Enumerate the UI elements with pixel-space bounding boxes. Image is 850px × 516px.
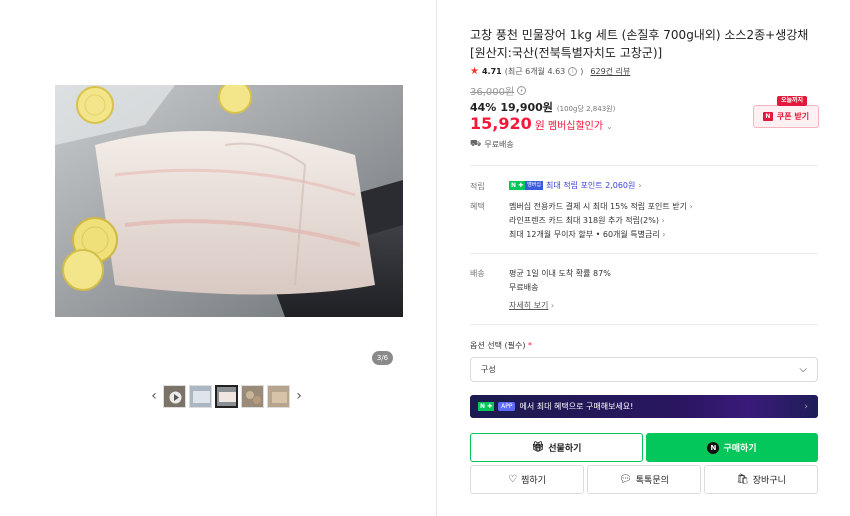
star-icon: ★ xyxy=(470,66,479,77)
coupon-button[interactable]: N 쿠폰 받기 xyxy=(753,105,819,128)
naver-plus-icon: N ✚ xyxy=(478,402,495,411)
naver-pay-icon: N xyxy=(707,441,720,454)
buy-button[interactable]: N 구매하기 xyxy=(646,433,818,462)
sale-price: 19,900원 xyxy=(500,101,553,114)
wish-label: 찜하기 xyxy=(521,476,546,486)
app-promo-banner[interactable]: N ✚ APP 에서 최대 혜택으로 구매해보세요! › xyxy=(470,395,818,418)
member-price-label: 멤버십할인가 xyxy=(547,121,604,132)
chevron-right-icon: › xyxy=(661,216,665,225)
chevron-right-icon: › xyxy=(550,301,555,310)
rating-recent: (최근 6개월 4.63 xyxy=(504,67,566,76)
chevron-right-icon: › xyxy=(804,401,808,412)
heart-icon: ♡ xyxy=(508,474,518,485)
gift-button[interactable]: 🎁︎ 선물하기 xyxy=(470,433,643,462)
naver-membership-badge: N ✚ 멤버십 xyxy=(509,181,543,190)
buy-label: 구매하기 xyxy=(723,444,757,454)
chat-bubble-icon: 💬︎ xyxy=(619,474,632,485)
review-count-link[interactable]: 629건 리뷰 xyxy=(590,66,630,77)
option-selected-value: 구성 xyxy=(481,365,496,374)
delivery-label: 배송 xyxy=(470,269,485,278)
chevron-right-icon: › xyxy=(662,230,666,239)
naver-n-icon: N xyxy=(762,112,773,121)
member-price-row[interactable]: 15,920 원 멤버십할인가 ⌄ xyxy=(470,114,613,133)
thumbnail-5[interactable] xyxy=(267,384,290,408)
member-price-won: 원 xyxy=(534,119,545,132)
app-banner-text: 에서 최대 혜택으로 구매해보세요! xyxy=(519,402,634,411)
points-text: 최대 적립 포인트 2,060원 xyxy=(545,181,636,190)
divider xyxy=(470,253,818,254)
shipping-summary: ⛟ 무료배송 xyxy=(470,139,514,150)
points-label: 적립 xyxy=(470,182,485,191)
coupon-badge: 오늘까지 xyxy=(777,96,808,106)
thumbnail-strip: ‹ › xyxy=(148,384,305,408)
points-row[interactable]: N ✚ 멤버십 최대 적립 포인트 2,060원 › xyxy=(509,180,642,191)
delivery-detail-link[interactable]: 자세히 보기 › xyxy=(509,300,554,311)
product-main-image xyxy=(55,85,403,317)
coupon-label: 쿠폰 받기 xyxy=(776,112,810,121)
cart-label: 장바구니 xyxy=(752,476,786,486)
chevron-down-icon: ⌄ xyxy=(606,122,613,131)
shipping-short: 무료배송 xyxy=(484,140,514,149)
original-price-row: 36,000원 i xyxy=(470,83,527,98)
option-select[interactable]: 구성 ⌵ xyxy=(470,357,818,382)
chevron-right-icon[interactable]: › xyxy=(293,384,305,408)
product-title: 고창 풍천 민물장어 1kg 세트 (손질후 700g내외) 소스2종+생강채 … xyxy=(470,28,809,60)
rating-recent-close: ) xyxy=(580,67,584,76)
benefit-line-3[interactable]: 최대 12개월 무이자 할부 • 60개월 특별금리 › xyxy=(509,229,666,240)
thumbnail-3[interactable] xyxy=(215,384,238,408)
required-mark: * xyxy=(528,341,533,350)
chevron-down-icon: ⌵ xyxy=(799,364,807,375)
gift-label: 선물하기 xyxy=(548,444,582,454)
thumbnail-4[interactable] xyxy=(241,384,264,408)
rating-score: 4.71 xyxy=(481,67,502,76)
app-tag: APP xyxy=(498,402,516,411)
rating-row: ★ 4.71 (최근 6개월 4.63 i) 629건 리뷰 xyxy=(470,66,630,77)
divider xyxy=(470,165,818,166)
unit-price: (100g당 2,843원) xyxy=(556,105,616,113)
talktalk-button[interactable]: 💬︎ 톡톡문의 xyxy=(587,465,701,494)
talk-label: 톡톡문의 xyxy=(635,476,669,486)
benefits-label: 혜택 xyxy=(470,202,485,211)
member-price: 15,920 xyxy=(470,114,532,133)
column-divider xyxy=(436,0,437,516)
gift-icon: 🎁︎ xyxy=(531,442,545,453)
truck-icon: ⛟ xyxy=(470,139,482,149)
thumbnail-2[interactable] xyxy=(189,384,212,408)
info-icon[interactable]: i xyxy=(568,67,578,76)
divider xyxy=(470,324,818,325)
delivery-fee: 무료배송 xyxy=(509,283,539,292)
option-label: 옵션 선택 (필수) * xyxy=(470,341,533,350)
benefit-line-2[interactable]: 라인프렌즈 카드 최대 318원 추가 적립(2%) › xyxy=(509,215,665,226)
benefit-line-1[interactable]: 멤버십 전용카드 결제 시 최대 15% 적립 포인트 받기 › xyxy=(509,201,693,212)
sale-price-row: 44% 19,900원 (100g당 2,843원) xyxy=(470,99,615,115)
original-price: 36,000원 xyxy=(470,87,515,98)
cart-icon: 🛍︎ xyxy=(736,474,749,485)
wish-button[interactable]: ♡ 찜하기 xyxy=(470,465,584,494)
gallery-page-indicator: 3/6 xyxy=(372,351,393,365)
thumbnail-1[interactable] xyxy=(163,384,186,408)
chevron-left-icon[interactable]: ‹ xyxy=(148,384,160,408)
delivery-rate: 평균 1일 이내 도착 확률 87% xyxy=(509,269,611,278)
discount-rate: 44% xyxy=(470,101,497,114)
coupon: N 쿠폰 받기 오늘까지 xyxy=(753,96,819,129)
chevron-right-icon: › xyxy=(689,202,693,211)
chevron-right-icon: › xyxy=(638,181,642,190)
cart-button[interactable]: 🛍︎ 장바구니 xyxy=(704,465,818,494)
info-icon[interactable]: i xyxy=(517,86,527,95)
